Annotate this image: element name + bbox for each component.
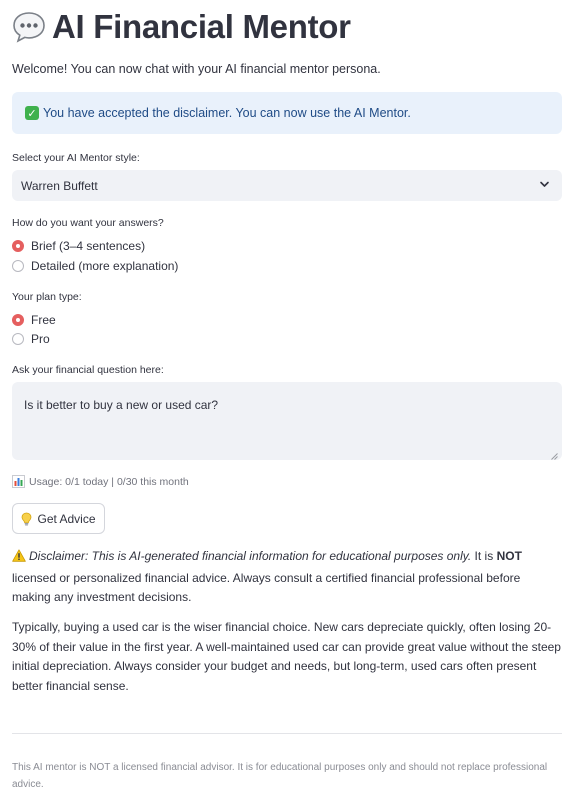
check-mark-icon: ✓ <box>25 106 39 120</box>
resize-handle-icon[interactable] <box>551 449 558 460</box>
bar-chart-icon <box>12 475 25 488</box>
disclaimer-italic: Disclaimer: This is AI-generated financi… <box>29 549 472 563</box>
question-textarea[interactable]: Is it better to buy a new or used car? <box>12 382 562 460</box>
usage-indicator: Usage: 0/1 today | 0/30 this month <box>12 475 189 488</box>
question-label: Ask your financial question here: <box>12 364 164 376</box>
radio-detailed[interactable]: Detailed (more explanation) <box>12 259 178 273</box>
radio-free-label: Free <box>31 313 56 327</box>
radio-dot[interactable] <box>12 260 24 272</box>
radio-brief-label: Brief (3–4 sentences) <box>31 239 146 253</box>
disclaimer-part2: licensed or personalized financial advic… <box>12 570 521 605</box>
radio-pro-label: Pro <box>31 332 50 346</box>
warning-icon <box>12 549 26 569</box>
alert-text: You have accepted the disclaimer. You ca… <box>43 106 411 120</box>
get-advice-label: Get Advice <box>37 511 96 526</box>
radio-dot-selected[interactable] <box>12 314 24 326</box>
chevron-down-icon <box>539 179 550 190</box>
lightbulb-icon <box>21 512 32 526</box>
radio-pro[interactable]: Pro <box>12 332 50 346</box>
radio-dot[interactable] <box>12 333 24 345</box>
get-advice-button[interactable]: Get Advice <box>12 503 105 534</box>
question-text: Is it better to buy a new or used car? <box>24 398 219 412</box>
radio-detailed-label: Detailed (more explanation) <box>31 259 179 273</box>
success-alert: ✓ You have accepted the disclaimer. You … <box>12 92 562 134</box>
disclaimer-part1: It is <box>471 549 497 563</box>
page-title: AI Financial Mentor <box>52 8 351 45</box>
disclaimer-bold: NOT <box>496 549 522 563</box>
answer-length-label: How do you want your answers? <box>12 217 164 229</box>
radio-brief[interactable]: Brief (3–4 sentences) <box>12 239 145 253</box>
disclaimer-text: Disclaimer: This is AI-generated financi… <box>12 547 562 608</box>
radio-free[interactable]: Free <box>12 313 56 327</box>
usage-text: Usage: 0/1 today | 0/30 this month <box>29 475 189 488</box>
radio-dot-selected[interactable] <box>12 240 24 252</box>
mentor-style-label: Select your AI Mentor style: <box>12 152 140 164</box>
plan-type-label: Your plan type: <box>12 291 82 303</box>
speech-bubble-icon <box>12 10 46 44</box>
mentor-style-value: Warren Buffett <box>21 178 98 193</box>
advice-answer: Typically, buying a used car is the wise… <box>12 620 561 693</box>
page-header: AI Financial Mentor <box>12 7 562 47</box>
mentor-style-select[interactable]: Warren Buffett <box>12 170 562 201</box>
welcome-text: Welcome! You can now chat with your AI f… <box>12 62 381 76</box>
footer-note: This AI mentor is NOT a licensed financi… <box>12 762 548 790</box>
divider <box>12 733 562 734</box>
